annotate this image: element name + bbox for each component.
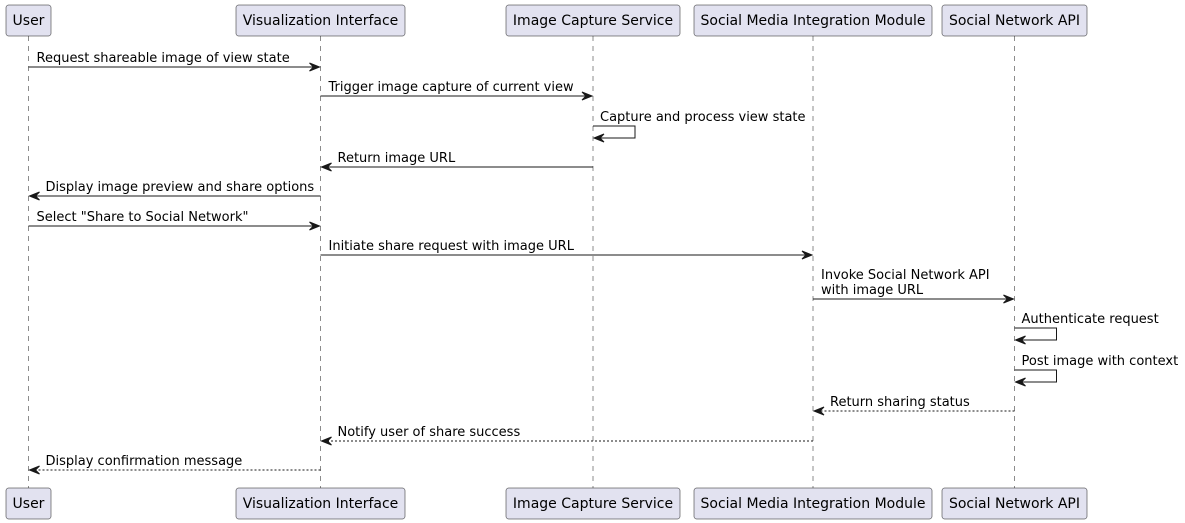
participant-top: User [5,4,52,37]
message: Display image preview and share options [28,180,321,201]
message-label: Return image URL [338,151,456,166]
message-label: Notify user of share success [338,425,521,440]
message: Invoke Social Network APIwith image URL [813,268,1015,304]
participant-label: Image Capture Service [513,13,673,29]
message-label: Display confirmation message [46,454,243,469]
participant-label: User [13,496,45,512]
message: Display confirmation message [28,454,321,475]
participant-top: Visualization Interface [235,4,406,37]
participant-label: Visualization Interface [243,13,399,29]
participant-label: Image Capture Service [513,496,673,512]
participant-top: Social Network API [941,4,1088,37]
message: Capture and process view state [592,110,806,143]
message-label: Display image preview and share options [46,180,315,195]
message: Return image URL [320,151,593,172]
participant-bottom: User [5,487,52,520]
message: Return sharing status [812,395,1015,416]
message-label: with image URL [821,283,924,298]
message-label: Authenticate request [1022,312,1159,327]
message-label: Initiate share request with image URL [329,239,575,254]
messages: Request shareable image of view state Tri… [28,51,1179,475]
message: Request shareable image of view state [28,51,321,72]
participant-label: User [13,13,45,29]
sequence-diagram: User Visualization Interface Image Capture… [5,4,1179,520]
participant-label: Social Network API [949,13,1080,29]
message-label: Invoke Social Network API [821,268,990,283]
message-label: Post image with context [1022,354,1179,369]
message: Select "Share to Social Network" [28,210,321,231]
participant-bottom: Social Media Integration Module [693,487,933,520]
message-label: Capture and process view state [600,110,806,125]
message: Initiate share request with image URL [320,239,814,260]
participant-top: Social Media Integration Module [693,4,933,37]
arrow-head [320,436,332,446]
message: Authenticate request [1014,312,1159,345]
participant-bottom: Visualization Interface [235,487,406,520]
participant-label: Social Network API [949,496,1080,512]
participants-top: User Visualization Interface Image Capture… [5,4,1088,37]
message: Post image with context [1014,354,1179,387]
message: Notify user of share success [320,425,813,446]
participants-bottom: User Visualization Interface Image Capture… [5,487,1088,520]
lifelines [28,36,1015,488]
participant-label: Social Media Integration Module [701,13,926,29]
participant-top: Image Capture Service [505,4,681,37]
participant-bottom: Social Network API [941,487,1088,520]
message-label: Request shareable image of view state [37,51,290,66]
message-label: Select "Share to Social Network" [37,210,249,225]
participant-bottom: Image Capture Service [505,487,681,520]
message-label: Return sharing status [830,395,970,410]
message: Trigger image capture of current view [320,80,594,101]
message-label: Trigger image capture of current view [328,80,574,95]
participant-label: Visualization Interface [243,496,399,512]
participant-label: Social Media Integration Module [701,496,926,512]
arrow-head [28,465,40,475]
